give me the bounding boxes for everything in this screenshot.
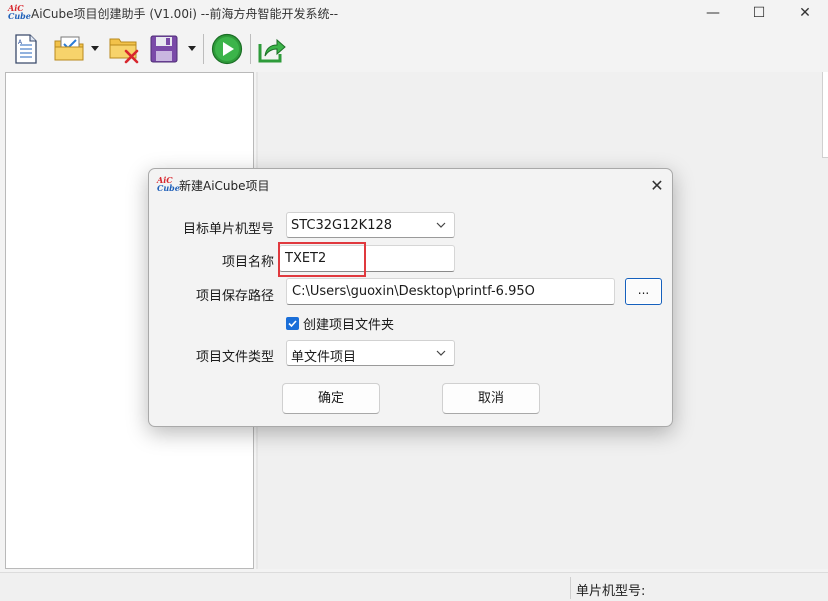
mcu-label: 目标单片机型号 — [182, 222, 274, 237]
chevron-down-icon — [436, 222, 446, 228]
toolbar-separator — [203, 34, 204, 64]
close-window-button[interactable]: ✕ — [782, 0, 828, 26]
export-button[interactable] — [256, 32, 288, 66]
status-separator — [570, 577, 571, 599]
title-bar: AiC Cube AiCube项目创建助手 (V1.00i) --前海方舟智能开… — [0, 0, 828, 26]
toolbar-separator — [250, 34, 251, 64]
create-folder-checkbox-row[interactable]: 创建项目文件夹 — [286, 314, 395, 333]
dialog-title: 新建AiCube项目 — [179, 179, 270, 193]
minimize-button[interactable]: — — [690, 0, 736, 26]
save-path-label: 项目保存路径 — [195, 289, 274, 304]
file-type-select[interactable]: 单文件项目 — [286, 340, 455, 366]
run-button[interactable] — [209, 32, 245, 66]
open-project-icon — [54, 36, 84, 61]
new-document-icon: A — [15, 34, 37, 64]
new-project-dialog: AiC Cube 新建AiCube项目 ✕ 目标单片机型号 STC32G12K1… — [148, 168, 673, 427]
name-highlight-box — [278, 242, 366, 277]
app-logo-icon: AiC Cube — [8, 3, 31, 21]
mcu-select[interactable]: STC32G12K128 — [286, 212, 455, 238]
open-project-button[interactable] — [52, 32, 86, 66]
save-path-input[interactable]: C:\Users\guoxin\Desktop\printf-6.95O — [286, 278, 615, 305]
chevron-down-icon — [436, 350, 446, 356]
dialog-title-bar: AiC Cube 新建AiCube项目 ✕ — [149, 169, 672, 201]
toolbar: A — [0, 28, 828, 70]
check-icon — [288, 319, 297, 327]
save-dropdown-arrow-icon[interactable] — [188, 46, 196, 51]
file-type-label: 项目文件类型 — [195, 350, 274, 365]
maximize-button[interactable]: ☐ — [736, 0, 782, 26]
workspace-edge — [822, 72, 828, 158]
cancel-button[interactable]: 取消 — [442, 383, 540, 414]
ok-button[interactable]: 确定 — [282, 383, 380, 414]
dialog-logo-icon: AiC Cube — [157, 175, 180, 193]
open-dropdown-arrow-icon[interactable] — [91, 46, 99, 51]
export-icon — [258, 38, 286, 63]
window-title: AiCube项目创建助手 (V1.00i) --前海方舟智能开发系统-- — [31, 7, 339, 21]
create-folder-checkbox[interactable] — [286, 316, 299, 330]
project-name-label: 项目名称 — [221, 255, 274, 270]
run-icon — [211, 33, 243, 65]
save-button[interactable] — [147, 32, 181, 66]
save-icon — [150, 35, 178, 63]
dialog-close-button[interactable]: ✕ — [646, 175, 668, 195]
create-folder-label: 创建项目文件夹 — [303, 317, 395, 333]
browse-button[interactable]: ... — [625, 278, 662, 305]
file-type-value: 单文件项目 — [291, 350, 357, 365]
close-project-icon — [109, 38, 139, 64]
mcu-select-value: STC32G12K128 — [291, 218, 393, 233]
mcu-status-label: 单片机型号: — [576, 584, 646, 599]
close-project-button[interactable] — [107, 32, 141, 66]
save-path-value: C:\Users\guoxin\Desktop\printf-6.95O — [292, 284, 535, 299]
new-project-button[interactable]: A — [10, 32, 42, 66]
status-bar: 单片机型号: — [0, 572, 828, 601]
